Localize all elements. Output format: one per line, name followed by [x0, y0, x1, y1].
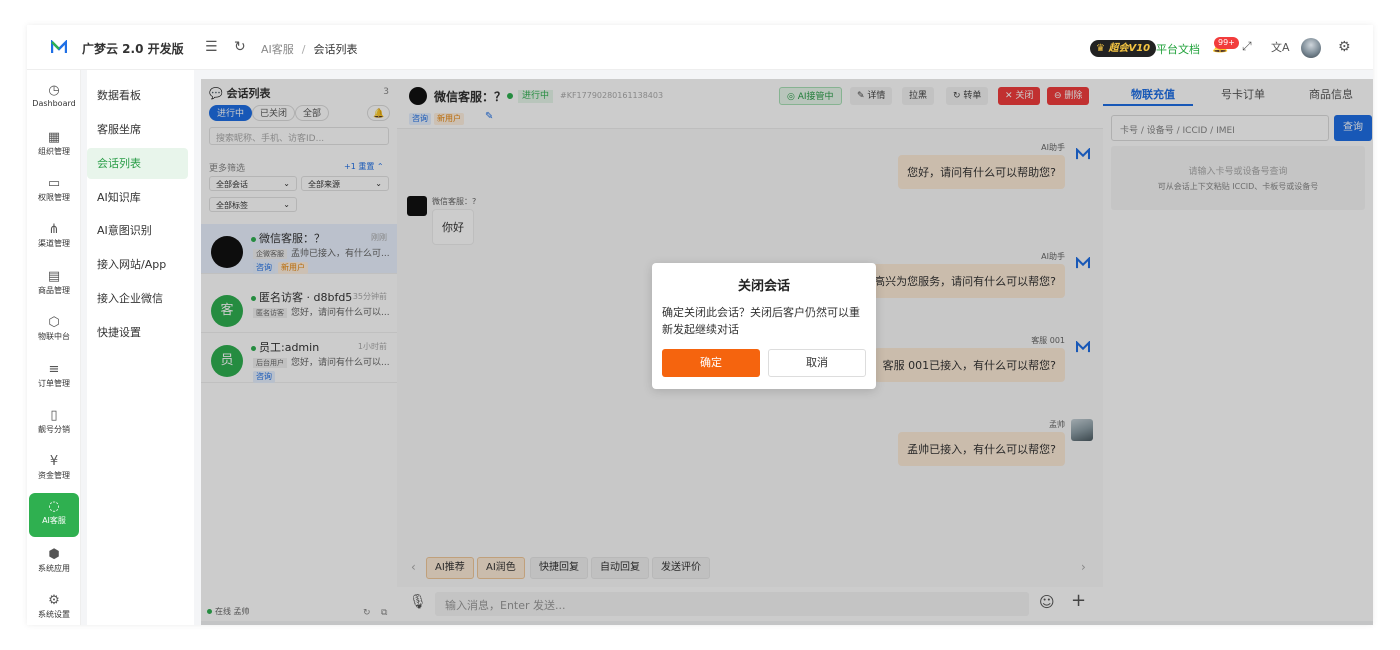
cube-icon: ⬡ — [48, 315, 60, 330]
cancel-button[interactable]: 取消 — [768, 349, 866, 377]
breadcrumb-parent[interactable]: AI客服 — [261, 43, 294, 56]
nav-iot[interactable]: ⬡ 物联中台 — [29, 309, 79, 353]
nav-label: AI客服 — [42, 516, 66, 525]
submenu-item[interactable]: 接入网站/App — [87, 249, 188, 280]
yen-icon: ¥ — [49, 454, 59, 469]
gear-icon: ⚙ — [48, 593, 60, 608]
nav-permissions[interactable]: ▭ 权限管理 — [29, 170, 79, 214]
refresh-icon[interactable]: ↻ — [234, 39, 246, 55]
store-icon: ▤ — [47, 269, 61, 284]
phone-icon: ▯ — [50, 408, 58, 423]
nav-products[interactable]: ▤ 商品管理 — [29, 263, 79, 307]
nav-label: 订单管理 — [38, 379, 70, 388]
list-icon: ≡ — [48, 362, 60, 377]
nav-orders[interactable]: ≡ 订单管理 — [29, 356, 79, 400]
nav-finance[interactable]: ¥ 资金管理 — [29, 448, 79, 492]
user-avatar[interactable] — [1301, 38, 1321, 58]
sub-menu: 数据看板 客服坐席 会话列表 AI知识库 AI意图识别 接入网站/App 接入企… — [87, 70, 194, 625]
settings-gear-icon[interactable]: ⚙ — [1338, 39, 1351, 55]
dialog-body: 确定关闭此会话？关闭后客户仍然可以重新发起继续对话 — [662, 306, 860, 336]
breadcrumb-separator: / — [301, 43, 306, 56]
app-name: 广梦云 2.0 开发版 — [82, 42, 184, 56]
dashboard-icon: ◷ — [48, 83, 60, 98]
nav-numbers[interactable]: ▯ 靓号分销 — [29, 402, 79, 446]
nav-label: 靓号分销 — [38, 425, 70, 434]
translate-icon[interactable]: 文A — [1271, 39, 1290, 55]
submenu-item[interactable]: AI意图识别 — [87, 215, 188, 246]
nav-system-apps[interactable]: ⬢ 系统应用 — [29, 541, 79, 585]
platform-docs-link[interactable]: 平台文档 — [1156, 41, 1200, 57]
nav-label: 物联中台 — [38, 332, 70, 341]
notification-badge: 99+ — [1214, 37, 1239, 49]
breadcrumb-current: 会话列表 — [313, 43, 358, 56]
nav-label: 权限管理 — [38, 193, 70, 202]
nav-label: 系统设置 — [38, 610, 70, 619]
top-bar: 广梦云 2.0 开发版 ☰ ↻ AI客服/会话列表 ♛ 超会V10 平台文档 🔔… — [27, 25, 1373, 70]
submenu-item[interactable]: 接入企业微信 — [87, 283, 188, 314]
nav-channels[interactable]: ⋔ 渠道管理 — [29, 216, 79, 260]
network-icon: ⋔ — [48, 222, 60, 237]
box-icon: ⬢ — [48, 547, 60, 562]
nav-label: 资金管理 — [38, 471, 70, 480]
submenu-item[interactable]: 客服坐席 — [87, 114, 188, 145]
dialog-title: 关闭会话 — [737, 279, 790, 294]
nav-label: 系统应用 — [38, 564, 70, 573]
nav-label: Dashboard — [32, 99, 76, 108]
logo-icon — [49, 37, 69, 57]
submenu-item-active[interactable]: 会话列表 — [87, 148, 188, 179]
nav-label: 渠道管理 — [38, 239, 70, 248]
nav-system-settings[interactable]: ⚙ 系统设置 — [29, 587, 79, 625]
vip-badge[interactable]: ♛ 超会V10 — [1090, 40, 1157, 57]
nav-dashboard[interactable]: ◷ Dashboard — [29, 77, 79, 121]
main-nav-rail: ◷ Dashboard ▦ 组织管理 ▭ 权限管理 ⋔ 渠道管理 ▤ 商品管理 ⬡ 物联中台… — [27, 70, 81, 625]
chat-icon: ◌ — [48, 499, 60, 514]
vip-label: 超会V10 — [1108, 43, 1151, 54]
submenu-item[interactable]: AI知识库 — [87, 182, 188, 213]
collapse-menu-icon[interactable]: ☰ — [205, 39, 218, 55]
monitor-icon: ▭ — [47, 176, 61, 191]
close-conversation-dialog: 关闭会话 确定关闭此会话？关闭后客户仍然可以重新发起继续对话 确定 取消 — [652, 263, 876, 389]
nav-ai-service[interactable]: ◌ AI客服 — [29, 493, 79, 537]
nav-label: 商品管理 — [38, 286, 70, 295]
submenu-item[interactable]: 数据看板 — [87, 80, 188, 111]
submenu-item[interactable]: 快捷设置 — [87, 317, 188, 348]
grid-icon: ▦ — [47, 130, 61, 145]
confirm-button[interactable]: 确定 — [662, 349, 760, 377]
fullscreen-icon[interactable]: ⤢ — [1242, 39, 1252, 54]
nav-organization[interactable]: ▦ 组织管理 — [29, 124, 79, 168]
nav-label: 组织管理 — [38, 147, 70, 156]
breadcrumb: AI客服 / 会话列表 — [261, 41, 358, 57]
